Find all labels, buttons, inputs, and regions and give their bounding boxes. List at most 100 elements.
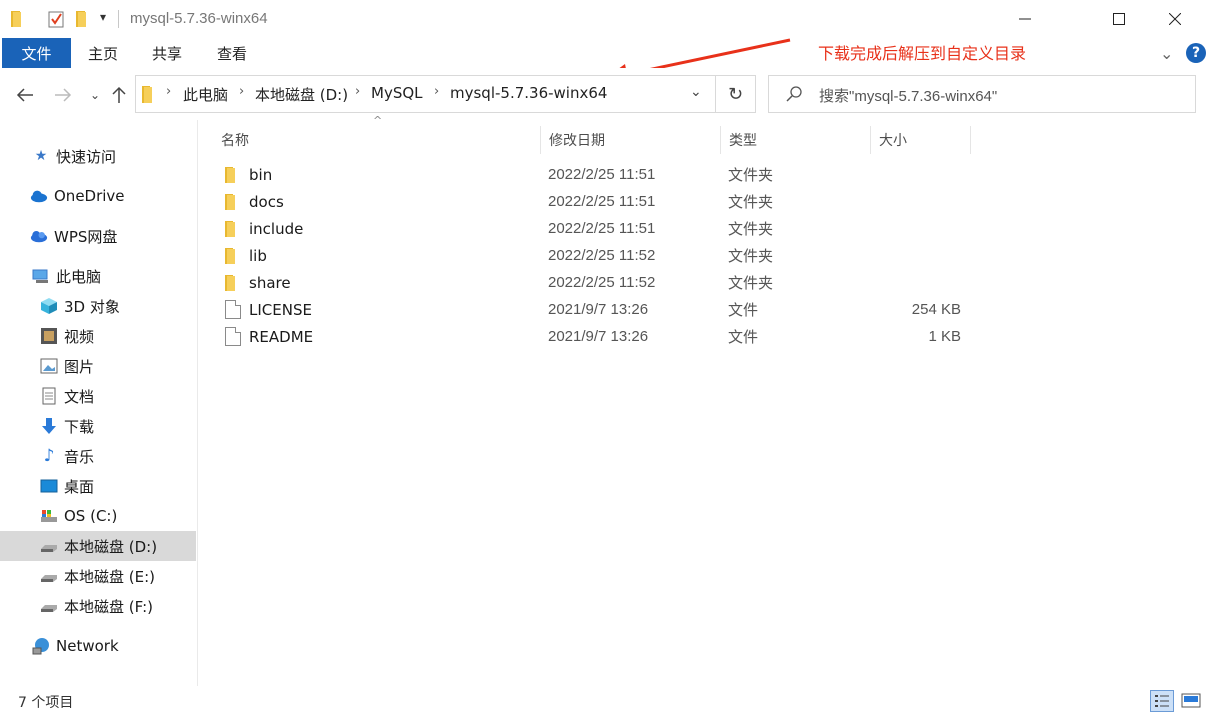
sidebar-item-pictures[interactable]: 图片 (0, 351, 196, 381)
star-icon: ★ (34, 148, 48, 164)
customize-toolbar-icon[interactable]: ▾ (100, 10, 106, 24)
file-size (865, 188, 961, 215)
file-size (865, 269, 961, 296)
refresh-button[interactable]: ↻ (716, 75, 756, 113)
large-icons-view-icon (1181, 693, 1201, 708)
chevron-down-icon[interactable]: ⌄ (1160, 44, 1178, 63)
details-view-button[interactable] (1150, 690, 1174, 712)
sidebar-item-drive-f[interactable]: 本地磁盘 (F:) (0, 591, 196, 621)
annotation-text: 下载完成后解压到自定义目录 (818, 44, 1027, 63)
column-header-type[interactable]: 类型 (721, 126, 871, 154)
folder-icon (225, 221, 235, 237)
address-bar[interactable]: › 此电脑 › 本地磁盘 (D:) › MySQL › mysql-5.7.36… (135, 75, 716, 113)
properties-icon[interactable] (48, 10, 64, 28)
picture-icon (40, 358, 58, 374)
title-bar: ▾ mysql-5.7.36-winx64 (0, 0, 1209, 38)
sidebar-item-label: 此电脑 (56, 267, 102, 286)
breadcrumb-drive-d[interactable]: 本地磁盘 (D:) (255, 84, 348, 105)
folder-icon (225, 167, 235, 183)
breadcrumb-this-pc[interactable]: 此电脑 (183, 84, 228, 105)
search-box[interactable]: 搜索"mysql-5.7.36-winx64" (768, 75, 1196, 113)
status-bar: 7 个项目 (0, 686, 1209, 716)
sidebar-item-label: 视频 (64, 327, 95, 346)
file-row[interactable]: lib 2022/2/25 11:52 文件夹 (215, 242, 973, 269)
large-icons-view-button[interactable] (1180, 690, 1204, 712)
chevron-down-icon[interactable]: ⌄ (690, 84, 702, 100)
tab-file[interactable]: 文件 (2, 38, 71, 68)
sidebar-item-onedrive[interactable]: OneDrive (0, 181, 196, 211)
music-icon: ♪ (43, 446, 55, 466)
file-type: 文件夹 (728, 247, 774, 265)
sidebar-item-this-pc[interactable]: 此电脑 (0, 261, 196, 291)
sidebar-item-drive-c[interactable]: OS (C:) (0, 501, 196, 531)
folder-icon (225, 194, 235, 210)
help-icon[interactable]: ? (1186, 43, 1206, 63)
navigation-pane: ★ 快速访问 OneDrive WPS网盘 此电脑 3D 对象 视频 图片 文档… (0, 120, 198, 686)
sidebar-item-music[interactable]: ♪ 音乐 (0, 441, 196, 471)
cloud-icon (30, 190, 48, 203)
file-date: 2021/9/7 13:26 (548, 301, 649, 318)
sidebar-item-downloads[interactable]: 下载 (0, 411, 196, 441)
file-type: 文件夹 (728, 220, 774, 238)
sidebar-item-drive-d[interactable]: 本地磁盘 (D:) (0, 531, 196, 561)
chevron-right-icon[interactable]: › (355, 84, 360, 99)
chevron-right-icon[interactable]: › (434, 84, 439, 99)
file-name: bin (249, 165, 273, 184)
tab-share[interactable]: 共享 (152, 38, 182, 68)
file-size: 254 KB (911, 301, 961, 318)
file-type: 文件 (728, 301, 759, 319)
sidebar-item-documents[interactable]: 文档 (0, 381, 196, 411)
cloud-icon (30, 231, 48, 243)
sidebar-item-label: 快速访问 (56, 147, 117, 166)
sidebar-item-network[interactable]: Network (0, 631, 196, 661)
recent-locations-button[interactable]: ⌄ (84, 84, 106, 106)
search-input[interactable]: 搜索"mysql-5.7.36-winx64" (819, 85, 997, 106)
chevron-right-icon[interactable]: › (239, 84, 244, 99)
window-title: mysql-5.7.36-winx64 (130, 10, 268, 27)
sidebar-item-3d-objects[interactable]: 3D 对象 (0, 291, 196, 321)
sidebar-item-wps[interactable]: WPS网盘 (0, 221, 196, 251)
sidebar-item-quick-access[interactable]: ★ 快速访问 (0, 141, 196, 171)
sidebar-item-label: 本地磁盘 (D:) (64, 537, 158, 556)
up-button[interactable] (108, 84, 130, 106)
sidebar-item-label: 3D 对象 (64, 297, 120, 316)
file-date: 2022/2/25 11:52 (548, 274, 656, 291)
file-row[interactable]: bin 2022/2/25 11:51 文件夹 (215, 161, 973, 188)
column-header-date[interactable]: 修改日期 (541, 126, 721, 154)
file-row[interactable]: README 2021/9/7 13:26 文件 1 KB (215, 323, 973, 350)
column-header-size[interactable]: 大小 (871, 126, 971, 154)
cube-icon (41, 298, 57, 314)
file-row[interactable]: share 2022/2/25 11:52 文件夹 (215, 269, 973, 296)
breadcrumb-current[interactable]: mysql-5.7.36-winx64 (450, 84, 607, 102)
new-folder-icon[interactable] (75, 10, 91, 28)
sidebar-item-drive-e[interactable]: 本地磁盘 (E:) (0, 561, 196, 591)
sidebar-item-label: 桌面 (64, 477, 95, 496)
sidebar-item-label: 本地磁盘 (E:) (64, 567, 156, 586)
column-header-name[interactable]: 名称 (213, 126, 541, 154)
download-icon (42, 418, 56, 434)
close-button[interactable] (1150, 0, 1200, 38)
breadcrumb-mysql[interactable]: MySQL (371, 84, 423, 102)
forward-button[interactable] (52, 84, 74, 106)
folder-icon (225, 248, 235, 264)
title-separator (118, 10, 119, 28)
maximize-button[interactable] (1094, 0, 1144, 38)
file-row[interactable]: LICENSE 2021/9/7 13:26 文件 254 KB (215, 296, 973, 323)
file-row[interactable]: docs 2022/2/25 11:51 文件夹 (215, 188, 973, 215)
sidebar-item-label: OS (C:) (64, 507, 118, 525)
network-icon (32, 638, 49, 655)
file-name: LICENSE (249, 300, 312, 319)
tab-home[interactable]: 主页 (88, 38, 118, 68)
sidebar-item-videos[interactable]: 视频 (0, 321, 196, 351)
sidebar-item-desktop[interactable]: 桌面 (0, 471, 196, 501)
minimize-button[interactable] (1000, 0, 1050, 38)
drive-icon (41, 575, 57, 582)
tab-view[interactable]: 查看 (217, 38, 247, 68)
back-button[interactable] (14, 84, 36, 106)
file-row[interactable]: include 2022/2/25 11:51 文件夹 (215, 215, 973, 242)
sidebar-item-label: 图片 (64, 357, 95, 376)
sidebar-item-label: OneDrive (54, 187, 125, 205)
chevron-right-icon[interactable]: › (166, 84, 171, 99)
document-icon (42, 387, 56, 405)
file-size (865, 242, 961, 269)
